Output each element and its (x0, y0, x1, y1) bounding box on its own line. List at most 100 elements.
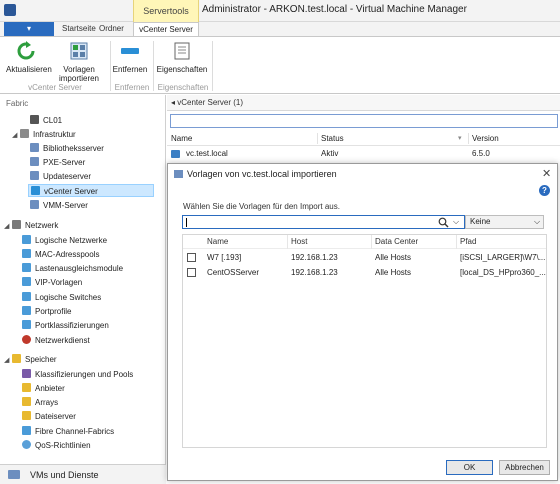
nav-item-qos-richtlinien[interactable]: QoS-Richtlinien (22, 439, 91, 452)
import-templates-label-line1: Vorlagen (63, 65, 95, 74)
nav-item-vcenter-server[interactable]: vCenter Server (28, 184, 154, 197)
nav-item-mac-adresspools[interactable]: MAC-Adresspools (22, 248, 99, 261)
template-search-input[interactable]: ⌵ (182, 215, 465, 229)
nav-item-logische-switches[interactable]: Logische Switches (22, 291, 101, 304)
ribbon-tabs: ▾ Startseite Ordner (0, 22, 560, 36)
table-row[interactable]: vc.test.local Aktiv 6.5.0 (167, 147, 560, 161)
row-name: vc.test.local (186, 149, 228, 158)
nav-item-logische-netzwerke[interactable]: Logische Netzwerke (22, 234, 107, 247)
text-cursor (186, 218, 187, 227)
logical-network-icon (22, 235, 31, 244)
cancel-button[interactable]: Abbrechen (499, 460, 550, 475)
vcenter-server-icon (31, 186, 40, 195)
group-separator (212, 41, 213, 91)
nav-item-fibre-channel-fabrics[interactable]: Fibre Channel-Fabrics (22, 425, 114, 438)
grid-header-datacenter[interactable]: Data Center (375, 237, 418, 246)
refresh-button[interactable]: Aktualisieren (6, 41, 52, 74)
port-classification-icon (22, 320, 31, 329)
table-row[interactable]: W7 [.193] 192.168.1.23 Alle Hosts [iSCSI… (183, 251, 546, 265)
nav-item-vmm-server[interactable]: VMM-Server (30, 199, 88, 212)
storage-classification-icon (22, 369, 31, 378)
properties-button[interactable]: Eigenschaften (156, 41, 208, 74)
nav-item-lastenausgleichsmodule[interactable]: Lastenausgleichsmodule (22, 262, 123, 275)
nav-item-netzwerkdienst[interactable]: Netzwerkdienst (22, 334, 90, 347)
refresh-label: Aktualisieren (6, 65, 52, 74)
nav-item-netzwerk[interactable]: ◢ Netzwerk (4, 219, 58, 232)
library-server-icon (30, 143, 39, 152)
nav-item-arrays[interactable]: Arrays (22, 396, 58, 409)
main-search-input[interactable] (170, 114, 558, 128)
title-bar: Administrator - ARKON.test.local - Virtu… (0, 0, 560, 22)
import-templates-dialog: Vorlagen von vc.test.local importieren ✕… (167, 163, 558, 481)
search-icon[interactable] (438, 217, 449, 228)
table-row[interactable]: CentOSServer 192.168.1.23 Alle Hosts [lo… (183, 266, 546, 280)
import-templates-label-line2: importieren (58, 74, 99, 83)
file-menu-button[interactable]: ▾ (4, 22, 54, 36)
grid-header-name[interactable]: Name (207, 237, 228, 246)
nav-item-vip-vorlagen[interactable]: VIP-Vorlagen (22, 276, 82, 289)
main-table-header: Name Status ▾ Version (167, 131, 560, 146)
nav-item-infrastruktur[interactable]: ◢ Infrastruktur (12, 128, 76, 141)
context-tab-servertools: Servertools (133, 0, 199, 22)
nav-item-portklassifizierungen[interactable]: Portklassifizierungen (22, 319, 109, 332)
nav-workspace-vms-und-dienste[interactable]: VMs und Dienste (0, 464, 166, 484)
nav-item-cl01[interactable]: CL01 (30, 114, 62, 127)
column-header-name[interactable]: Name (171, 134, 192, 143)
search-options-chevron-icon[interactable]: ⌵ (453, 217, 459, 227)
array-icon (22, 397, 31, 406)
tab-ordner[interactable]: Ordner (99, 22, 124, 36)
expand-caret-icon: ◢ (4, 357, 10, 364)
row-path: [iSCSI_LARGER]\W7\... (460, 253, 546, 262)
file-server-icon (22, 411, 31, 420)
nav-item-speicher[interactable]: ◢ Speicher (4, 353, 57, 366)
template-grid: Name Host Data Center Pfad W7 [.193] 192… (182, 234, 547, 448)
fabric-navigation: Fabric CL01 ◢ Infrastruktur Bibliotheksse… (0, 95, 166, 484)
remove-label: Entfernen (112, 65, 148, 74)
column-header-status[interactable]: Status (321, 134, 344, 143)
help-icon[interactable]: ? (539, 185, 550, 196)
row-checkbox[interactable] (187, 268, 196, 277)
row-status: Aktiv (321, 149, 339, 158)
grid-header-path[interactable]: Pfad (460, 237, 476, 246)
grid-header-host[interactable]: Host (291, 237, 307, 246)
row-path: [local_DS_HPpro360_... (460, 268, 546, 277)
window-title: Administrator - ARKON.test.local - Virtu… (202, 4, 467, 15)
expand-caret-icon: ◢ (4, 223, 10, 230)
group-separator (110, 41, 111, 91)
import-templates-button[interactable]: Vorlagen importieren (56, 41, 102, 83)
infrastructure-icon (20, 129, 29, 138)
row-checkbox[interactable] (187, 253, 196, 262)
column-header-version[interactable]: Version (472, 134, 499, 143)
row-host: 192.168.1.23 (291, 268, 338, 277)
cluster-icon (30, 115, 39, 124)
qos-policy-icon (22, 440, 31, 449)
nav-item-bibliotheksserver[interactable]: Bibliotheksserver (30, 142, 104, 155)
column-separator (317, 133, 318, 144)
nav-item-anbieter[interactable]: Anbieter (22, 382, 65, 395)
row-version: 6.5.0 (472, 149, 490, 158)
column-separator (456, 235, 457, 249)
grid-header: Name Host Data Center Pfad (183, 235, 546, 249)
refresh-icon (17, 41, 35, 60)
nav-item-updateserver[interactable]: Updateserver (30, 170, 91, 183)
remove-button[interactable]: Entfernen (112, 41, 148, 74)
nav-item-klassifizierungen-und-pools[interactable]: Klassifizierungen und Pools (22, 368, 133, 381)
app-icon (4, 4, 16, 16)
row-name: CentOSServer (207, 268, 260, 277)
ok-button[interactable]: OK (446, 460, 493, 475)
filter-dropdown[interactable]: Keine ⌵ (465, 215, 544, 229)
mac-pool-icon (22, 249, 31, 258)
chevron-down-icon: ⌵ (534, 217, 541, 226)
nav-header: Fabric (6, 99, 29, 108)
row-datacenter: Alle Hosts (375, 253, 412, 262)
properties-icon (174, 42, 190, 60)
nav-item-pxe-server[interactable]: PXE-Server (30, 156, 85, 169)
nav-item-dateiserver[interactable]: Dateiserver (22, 410, 76, 423)
tab-vcenter-server[interactable]: vCenter Server (133, 22, 199, 37)
nav-item-portprofile[interactable]: Portprofile (22, 305, 71, 318)
storage-icon (12, 354, 21, 363)
tab-startseite[interactable]: Startseite (62, 22, 96, 36)
row-host: 192.168.1.23 (291, 253, 338, 262)
close-icon[interactable]: ✕ (542, 167, 551, 180)
group-separator (153, 41, 154, 91)
